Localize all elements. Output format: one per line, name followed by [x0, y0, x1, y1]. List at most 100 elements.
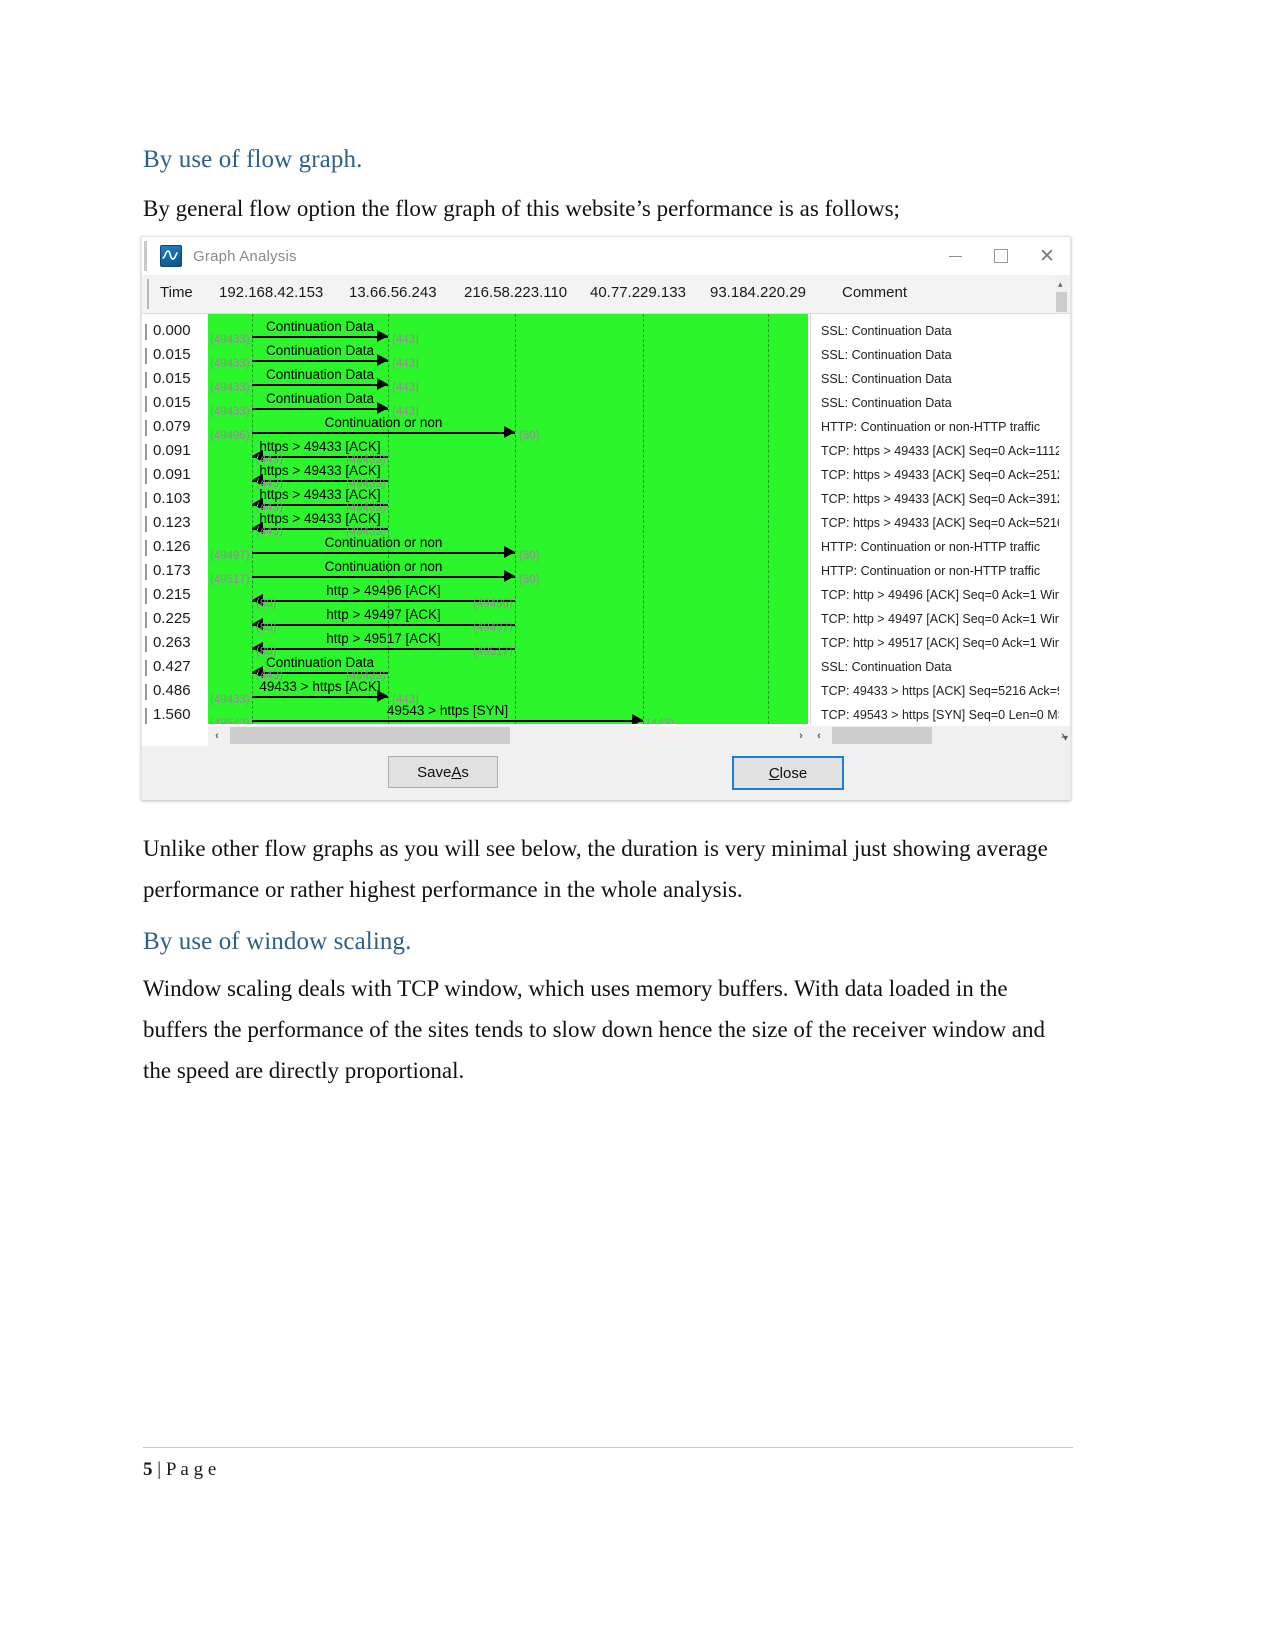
vertical-scroll-thumb[interactable]: [1056, 292, 1067, 312]
time-tick: [145, 372, 147, 388]
flow-arrow-label: https > 49433 [ACK]: [259, 463, 381, 478]
column-header-host-5[interactable]: 93.184.220.29: [710, 284, 806, 301]
window-title: Graph Analysis: [193, 247, 297, 265]
flow-arrow-label: 49433 > https [ACK]: [259, 679, 381, 694]
comment-text: HTTP: Continuation or non-HTTP traffic: [821, 420, 1041, 434]
page-number: 5: [143, 1459, 153, 1480]
paragraph-window-scaling: Window scaling deals with TCP window, wh…: [143, 976, 1046, 1083]
flow-arrow-line: [252, 360, 388, 362]
comment-text: SSL: Continuation Data: [821, 660, 952, 674]
flow-arrow-label: https > 49433 [ACK]: [259, 487, 381, 502]
comment-column[interactable]: SSL: Continuation Data SSL: Continuation …: [810, 314, 1059, 724]
header-divider: [147, 279, 149, 309]
flow-arrow-row[interactable]: https > 49433 [ACK] (49433) (443): [208, 487, 808, 514]
paragraph-duration: Unlike other flow graphs as you will see…: [143, 836, 1048, 902]
flow-arrow-row[interactable]: Continuation Data (49433) (443): [208, 655, 808, 682]
flow-arrow-label: Continuation Data: [265, 367, 375, 382]
window-button-bar: Save As Close: [142, 746, 1070, 800]
scroll-up-icon: ▴: [1058, 279, 1063, 289]
minimize-button[interactable]: [932, 237, 978, 275]
flow-arrow-row[interactable]: Continuation Data (49433) (443): [208, 343, 808, 370]
time-label: 1.560: [153, 706, 191, 723]
time-tick: [145, 660, 147, 676]
scroll-left-icon[interactable]: ‹: [208, 730, 226, 742]
flow-arrow-label: Continuation Data: [265, 343, 375, 358]
footer-label: P a g e: [165, 1459, 217, 1480]
flow-arrow-row[interactable]: https > 49433 [ACK] (49433) (443): [208, 463, 808, 490]
comment-scroll-thumb[interactable]: [832, 727, 932, 744]
graph-analysis-window: Graph Analysis ✕ Time 192.168.42.153 13.…: [141, 236, 1071, 800]
column-header-host-1[interactable]: 192.168.42.153: [219, 284, 323, 301]
close-button[interactable]: Close: [732, 756, 844, 790]
flow-arrow-label: Continuation Data: [265, 655, 375, 670]
save-as-label-post: s: [461, 763, 469, 781]
flow-arrow-row[interactable]: https > 49433 [ACK] (49433) (443): [208, 511, 808, 538]
flow-arrow-row[interactable]: Continuation Data (49433) (443): [208, 367, 808, 394]
time-tick: [145, 348, 147, 364]
flow-arrow-line: [252, 432, 515, 434]
flow-arrow-line: [252, 336, 388, 338]
flow-arrow-row[interactable]: Continuation or non (49497) (80): [208, 535, 808, 562]
graph-scroll-thumb[interactable]: [230, 727, 510, 744]
close-window-button[interactable]: ✕: [1024, 237, 1070, 275]
vertical-scrollbar-top[interactable]: ▴: [1055, 275, 1068, 313]
document-page: By use of flow graph. By general flow op…: [0, 0, 1275, 1650]
column-header-host-4[interactable]: 40.77.229.133: [590, 284, 686, 301]
time-label: 0.427: [153, 658, 191, 675]
flow-arrow-row[interactable]: 49433 > https [ACK] (49433) (443): [208, 679, 808, 706]
time-label: 0.103: [153, 490, 191, 507]
comment-horizontal-scrollbar[interactable]: ‹ ›: [810, 726, 1070, 746]
flow-arrow-label: http > 49517 [ACK]: [326, 631, 441, 646]
window-controls: ✕: [932, 237, 1070, 275]
column-header-comment[interactable]: Comment: [842, 284, 907, 301]
close-mnemonic: C: [768, 764, 780, 782]
flow-graph-canvas[interactable]: Continuation Data (49433) (443) Continuatio…: [208, 314, 808, 724]
scroll-down-icon[interactable]: ▾: [1063, 733, 1068, 744]
time-tick: [145, 444, 147, 460]
flow-arrow-label: 49543 > https [SYN]: [386, 703, 509, 718]
time-label: 0.123: [153, 514, 191, 531]
window-titlebar: Graph Analysis ✕: [142, 237, 1070, 275]
time-label: 0.015: [153, 394, 191, 411]
time-tick: [145, 636, 147, 652]
flow-arrow-label: Continuation or non: [324, 535, 443, 550]
flow-arrow-row[interactable]: https > 49433 [ACK] (49433) (443): [208, 439, 808, 466]
flow-arrow-row[interactable]: http > 49517 [ACK] (49517) (80): [208, 631, 808, 658]
time-tick: [145, 612, 147, 628]
comment-text: TCP: http > 49497 [ACK] Seq=0 Ack=1 Win=…: [821, 612, 1059, 626]
comment-text: SSL: Continuation Data: [821, 324, 952, 338]
time-tick: [145, 588, 147, 604]
flow-arrow-row[interactable]: Continuation Data (49433) (443): [208, 391, 808, 418]
graph-scroll-track[interactable]: [226, 726, 792, 746]
flow-arrow-row[interactable]: Continuation Data (49433) (443): [208, 319, 808, 346]
flow-arrow-row[interactable]: Continuation or non (49496) (80): [208, 415, 808, 442]
graph-horizontal-scrollbar[interactable]: ‹ ›: [208, 726, 810, 746]
column-header-host-2[interactable]: 13.66.56.243: [349, 284, 437, 301]
column-header-host-3[interactable]: 216.58.223.110: [464, 284, 567, 301]
wireshark-wave-icon: [160, 245, 182, 267]
time-label: 0.079: [153, 418, 191, 435]
flow-arrow-row[interactable]: 49543 > https [SYN] (49543) (443): [208, 703, 808, 724]
comment-text: TCP: https > 49433 [ACK] Seq=0 Ack=5216 …: [821, 516, 1059, 530]
time-tick: [145, 516, 147, 532]
flow-arrow-label: http > 49497 [ACK]: [326, 607, 441, 622]
column-header-time[interactable]: Time: [160, 284, 193, 301]
comment-text: TCP: 49433 > https [ACK] Seq=5216 Ack=91…: [821, 684, 1059, 698]
flow-arrow-row[interactable]: Continuation or non (49517) (80): [208, 559, 808, 586]
save-as-button[interactable]: Save As: [388, 756, 498, 788]
save-as-mnemonic: A: [451, 763, 462, 781]
maximize-button[interactable]: [978, 237, 1024, 275]
scroll-right-icon[interactable]: ›: [792, 730, 810, 742]
page-footer: 5 | P a g e: [143, 1459, 216, 1481]
flow-arrow-row[interactable]: http > 49496 [ACK] (49496) (80): [208, 583, 808, 610]
time-label: 0.015: [153, 346, 191, 363]
time-tick: [145, 684, 147, 700]
flow-arrow-label: https > 49433 [ACK]: [259, 439, 381, 454]
time-tick: [145, 396, 147, 412]
comment-scroll-left-icon[interactable]: ‹: [810, 730, 828, 742]
flow-arrow-line: [252, 384, 388, 386]
comment-scroll-track[interactable]: [828, 726, 1054, 746]
flow-arrow-row[interactable]: http > 49497 [ACK] (49497) (80): [208, 607, 808, 634]
section-heading-flow-graph: By use of flow graph.: [143, 146, 363, 173]
flow-arrow-line: [252, 576, 515, 578]
